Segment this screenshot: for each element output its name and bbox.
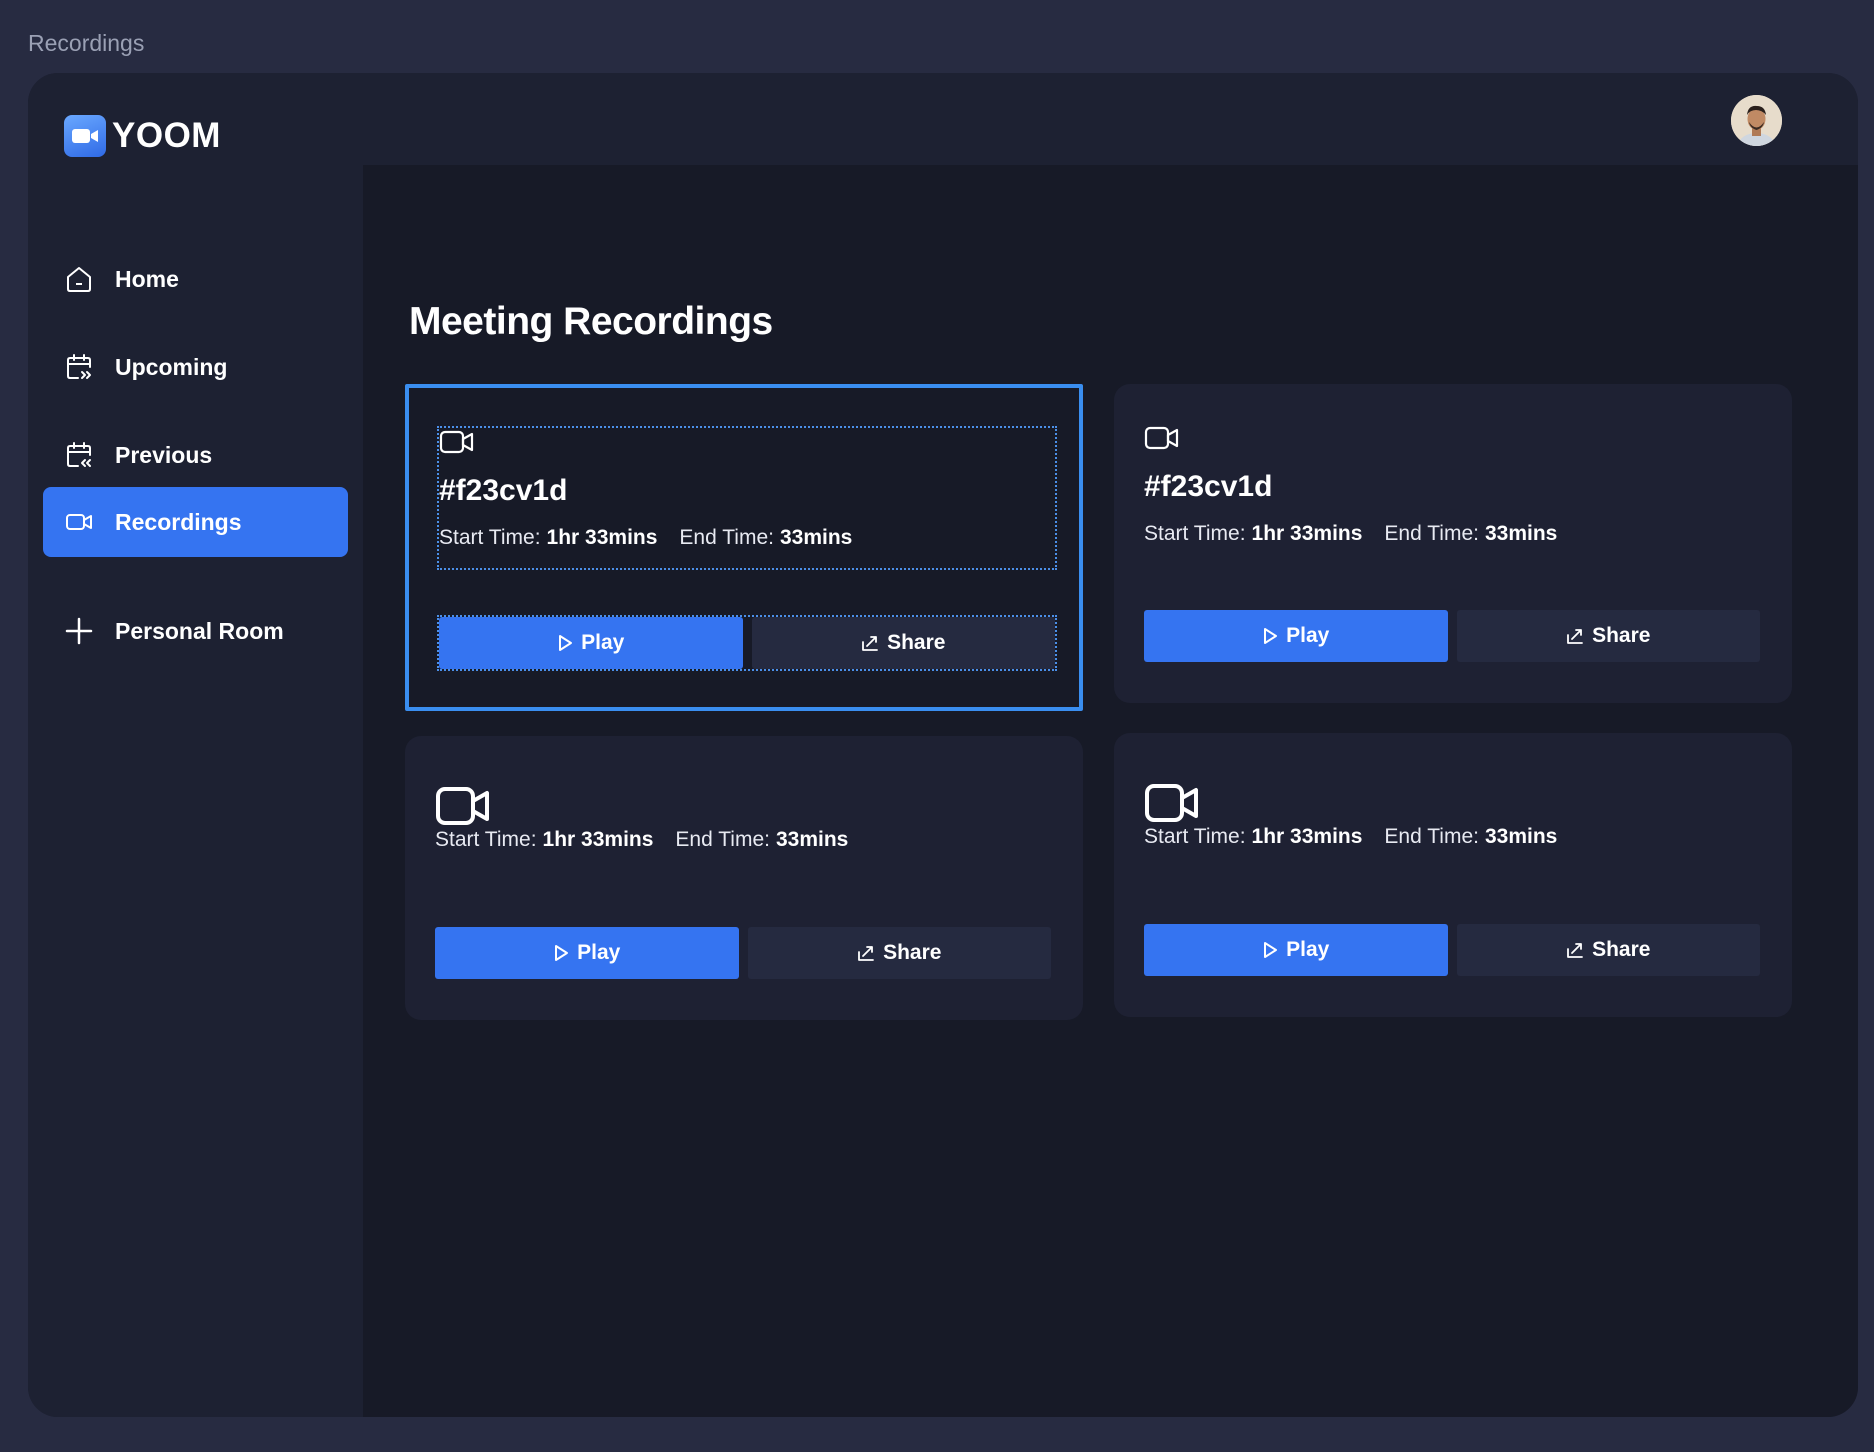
plus-icon [63, 615, 95, 647]
video-camera-icon [439, 430, 474, 454]
play-label: Play [577, 941, 621, 964]
play-button[interactable]: Play [435, 927, 739, 979]
start-time-label: Start Time: [1144, 825, 1246, 848]
start-time-label: Start Time: [435, 828, 537, 851]
play-label: Play [581, 631, 625, 654]
video-icon [63, 506, 95, 538]
sidebar-item-label: Previous [115, 441, 213, 468]
share-icon [1567, 943, 1583, 958]
end-time-value: 33mins [1484, 522, 1558, 545]
calendar-upcoming-icon [63, 351, 95, 383]
sidebar-item-home[interactable]: Home [43, 244, 348, 314]
start-time-value: 1hr 33mins [546, 526, 658, 549]
recording-card-details: Start Time: 1hr 33mins End Time: 33mins [435, 784, 1051, 852]
share-label: Share [1592, 624, 1651, 647]
share-label: Share [887, 631, 946, 654]
main-content: Meeting Recordings #f23cv1d Start Time: 1… [363, 165, 1858, 1417]
sidebar-item-previous[interactable]: Previous [43, 420, 348, 490]
play-icon [1264, 628, 1278, 644]
brand-name: YOOM [112, 116, 221, 155]
recording-times: Start Time: 1hr 33mins End Time: 33mins [1144, 825, 1760, 849]
page-title: Meeting Recordings [409, 300, 773, 343]
recording-card[interactable]: Start Time: 1hr 33mins End Time: 33mins Pla… [405, 736, 1083, 1020]
home-icon [63, 263, 95, 295]
play-button[interactable]: Play [1144, 610, 1448, 662]
sidebar-item-label: Upcoming [115, 353, 228, 380]
sidebar-item-recordings[interactable]: Recordings [43, 487, 348, 557]
share-button[interactable]: Share [1456, 610, 1760, 662]
play-label: Play [1286, 938, 1330, 961]
play-icon [559, 635, 573, 651]
sidebar-item-upcoming[interactable]: Upcoming [43, 332, 348, 402]
recording-actions: Play Share [437, 615, 1057, 671]
recording-card[interactable]: #f23cv1d Start Time: 1hr 33mins End Time: 3… [1114, 384, 1792, 703]
calendar-previous-icon [63, 439, 95, 471]
recording-title: #f23cv1d [439, 474, 568, 507]
sidebar-item-label: Home [115, 265, 179, 292]
start-time-value: 1hr 33mins [1251, 825, 1363, 848]
recording-card-details: #f23cv1d Start Time: 1hr 33mins End Time: 3… [1144, 424, 1760, 546]
play-icon [1264, 942, 1278, 958]
sidebar-item-label: Recordings [115, 508, 242, 535]
video-camera-icon [436, 787, 489, 825]
start-time-value: 1hr 33mins [542, 828, 654, 851]
video-camera-icon [1145, 784, 1198, 822]
end-time-label: End Time: [1384, 825, 1479, 848]
share-button[interactable]: Share [747, 927, 1051, 979]
recording-title: #f23cv1d [1144, 470, 1273, 503]
start-time-label: Start Time: [439, 526, 541, 549]
app-window: YOOM Home Upcoming Previous Recordings P… [28, 73, 1858, 1417]
brand-video-icon [64, 115, 106, 157]
share-label: Share [883, 941, 942, 964]
end-time-value: 33mins [779, 526, 853, 549]
recording-card[interactable]: #f23cv1d Start Time: 1hr 33mins End Time: 3… [405, 384, 1083, 711]
share-label: Share [1592, 938, 1651, 961]
end-time-label: End Time: [679, 526, 774, 549]
end-time-label: End Time: [675, 828, 770, 851]
share-icon [1567, 629, 1583, 644]
user-avatar[interactable] [1731, 95, 1782, 146]
video-camera-icon [1144, 426, 1179, 450]
start-time-value: 1hr 33mins [1251, 522, 1363, 545]
end-time-value: 33mins [1484, 825, 1558, 848]
recording-times: Start Time: 1hr 33mins End Time: 33mins [1144, 522, 1760, 546]
recording-actions: Play Share [1144, 924, 1760, 976]
play-button[interactable]: Play [1144, 924, 1448, 976]
recording-times: Start Time: 1hr 33mins End Time: 33mins [435, 828, 1051, 852]
recording-times: Start Time: 1hr 33mins End Time: 33mins [439, 526, 1055, 550]
start-time-label: Start Time: [1144, 522, 1246, 545]
sidebar-item-label: Personal Room [115, 617, 284, 644]
share-button[interactable]: Share [1456, 924, 1760, 976]
share-icon [858, 946, 874, 961]
sidebar: Home Upcoming Previous Recordings Person… [28, 165, 363, 1417]
brand-logo[interactable]: YOOM [64, 115, 221, 157]
end-time-value: 33mins [775, 828, 849, 851]
recording-actions: Play Share [435, 927, 1051, 979]
recording-actions: Play Share [1144, 610, 1760, 662]
sidebar-item-personal-room[interactable]: Personal Room [43, 596, 348, 666]
play-label: Play [1286, 624, 1330, 647]
recording-card[interactable]: Start Time: 1hr 33mins End Time: 33mins Pla… [1114, 733, 1792, 1017]
share-icon [862, 636, 878, 651]
play-icon [555, 945, 569, 961]
window-title: Recordings [28, 30, 145, 56]
share-button[interactable]: Share [751, 617, 1055, 669]
end-time-label: End Time: [1384, 522, 1479, 545]
recording-card-details: Start Time: 1hr 33mins End Time: 33mins [1144, 781, 1760, 849]
top-bar: YOOM [28, 73, 1858, 165]
play-button[interactable]: Play [439, 617, 743, 669]
recording-card-details: #f23cv1d Start Time: 1hr 33mins End Time: 3… [437, 426, 1057, 570]
